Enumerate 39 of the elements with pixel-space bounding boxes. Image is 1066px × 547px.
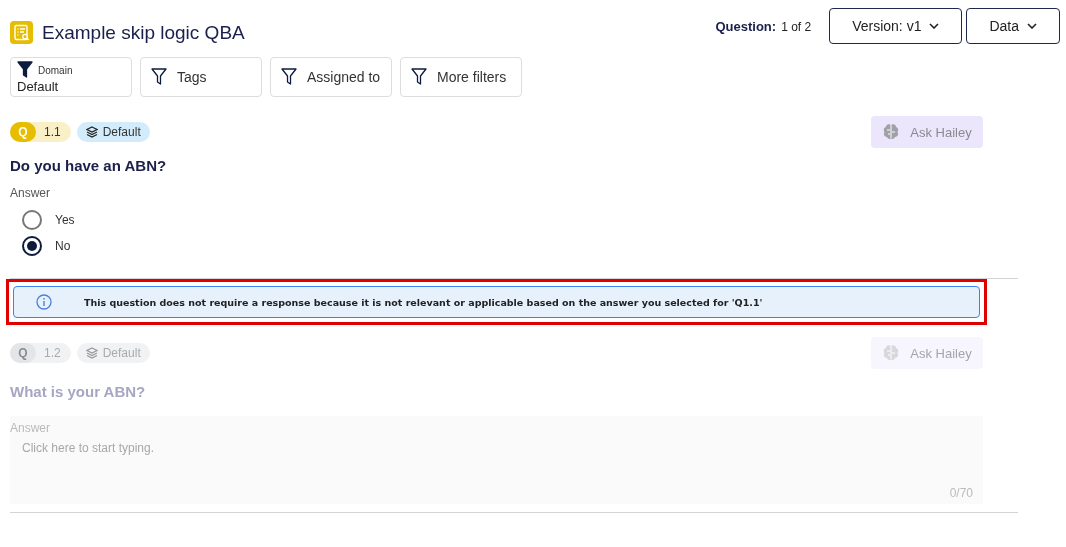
chevron-down-icon (929, 23, 940, 29)
option-label: Yes (55, 213, 75, 227)
brain-icon (882, 123, 901, 141)
option-label: No (55, 239, 71, 253)
filter-button[interactable]: More filters (400, 57, 522, 97)
domain-filter[interactable]: Domain Default (10, 57, 132, 97)
filter-button[interactable]: Assigned to (270, 57, 392, 97)
answer-label: Answer (10, 186, 51, 200)
filter-icon (281, 68, 297, 86)
question-number: 1.2 (44, 346, 61, 360)
domain-label: Domain (38, 64, 73, 76)
notice-text: This question does not require a response because it is not relevant or applicable based on the answer you selected for 'Q1.1' (84, 296, 763, 308)
layers-icon (85, 347, 98, 359)
question-number: 1.1 (44, 125, 61, 139)
survey-logo-icon (10, 21, 33, 44)
dropdown-button[interactable]: Data (966, 8, 1060, 44)
domain-value: Default (17, 79, 60, 94)
chevron-down-icon (1027, 23, 1037, 29)
question-text: What is your ABN? (10, 383, 147, 400)
dropdown-button[interactable]: Version: v1 (829, 8, 963, 44)
question-text: Do you have an ABN? (10, 157, 168, 174)
radio-button[interactable] (22, 236, 42, 256)
question-badge-letter: Q (10, 122, 36, 142)
question-badge-letter: Q (10, 343, 36, 363)
filter-button[interactable]: Tags (140, 57, 262, 97)
question-label: Question: (715, 18, 777, 34)
info-icon (36, 294, 52, 310)
page-title: Example skip logic QBA (42, 21, 245, 44)
answer-label: Answer (10, 421, 51, 435)
filter-icon (411, 68, 427, 86)
radio-button[interactable] (22, 210, 42, 230)
layers-icon (85, 126, 98, 138)
brain-icon (882, 344, 901, 362)
filter-icon (151, 68, 167, 86)
domain-tag: Default (76, 122, 150, 142)
domain-tag: Default (76, 343, 150, 363)
filter-icon (17, 61, 33, 79)
character-counter: 0/70 (949, 486, 973, 500)
question-counter: 1 of 2 (781, 19, 812, 34)
